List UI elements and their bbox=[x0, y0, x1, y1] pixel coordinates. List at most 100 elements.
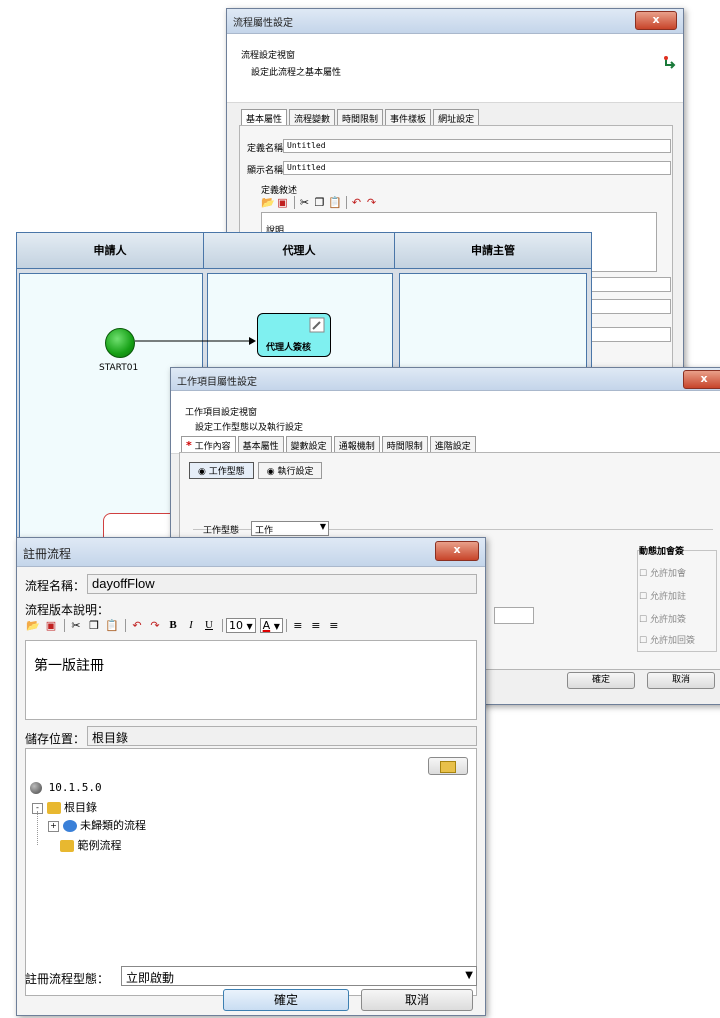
expand-icon[interactable]: + bbox=[48, 820, 59, 832]
font-color-select[interactable]: A ▼ bbox=[259, 618, 283, 633]
disp-name-label: 顯示名稱 bbox=[247, 166, 284, 176]
cancel-button[interactable]: 取消 bbox=[647, 672, 715, 689]
small-field[interactable] bbox=[494, 607, 534, 624]
option-allow-add-sign[interactable]: ☐ 允許加簽 bbox=[639, 612, 686, 625]
align-center-icon[interactable]: ≡ bbox=[308, 619, 324, 632]
option-label: 允許加會 bbox=[649, 569, 686, 579]
def-name-input[interactable]: Untitled bbox=[283, 139, 671, 153]
new-folder-icon bbox=[440, 761, 456, 773]
desc-label: 定義敘述 bbox=[261, 186, 298, 196]
italic-icon[interactable]: I bbox=[183, 619, 199, 632]
extra-field-1[interactable] bbox=[587, 277, 671, 292]
paste-icon[interactable]: 📋 bbox=[104, 619, 120, 632]
open-folder-icon[interactable]: 📂 bbox=[261, 196, 275, 209]
header-title: 流程設定視窗 bbox=[241, 51, 296, 61]
header-panel: 流程設定視窗 設定此流程之基本屬性 bbox=[227, 34, 683, 103]
option-allow-countersign[interactable]: ☐ 允許加會 bbox=[639, 566, 686, 579]
copy-icon[interactable]: ❐ bbox=[313, 196, 326, 209]
option-label: 允許加回簽 bbox=[649, 636, 695, 646]
window-title: 工作項目屬性設定 bbox=[177, 377, 257, 388]
option-allow-annotate[interactable]: ☐ 允許加註 bbox=[639, 589, 686, 602]
tree-server-node[interactable]: 10.1.5.0 bbox=[30, 781, 102, 794]
radio-label: 工作型態 bbox=[208, 467, 245, 477]
folder-icon bbox=[60, 840, 74, 852]
close-button[interactable]: x bbox=[635, 11, 677, 30]
new-folder-button[interactable] bbox=[428, 757, 468, 775]
register-type-value: 立即啟動 bbox=[126, 971, 175, 985]
process-properties-titlebar[interactable]: 流程屬性設定 x bbox=[227, 9, 683, 34]
undo-icon[interactable]: ↶ bbox=[129, 619, 145, 632]
tree-node-label: 範例流程 bbox=[77, 839, 122, 852]
tab-label: 工作內容 bbox=[194, 442, 231, 452]
location-value: 根目錄 bbox=[92, 731, 129, 745]
folder-tree[interactable]: 10.1.5.0 - 根目錄 + 未歸類的流程 範例流程 bbox=[25, 748, 477, 996]
server-icon bbox=[30, 782, 42, 794]
extra-field-3[interactable] bbox=[587, 327, 671, 342]
chevron-down-icon: ▼ bbox=[465, 970, 473, 981]
open-folder-icon[interactable]: 📂 bbox=[25, 619, 41, 632]
bold-icon[interactable]: B bbox=[165, 619, 181, 632]
lane-header: 申請人 bbox=[17, 233, 204, 269]
undo-icon[interactable]: ↶ bbox=[350, 196, 363, 209]
radio-exec-settings[interactable]: ◉ 執行設定 bbox=[257, 462, 323, 479]
register-titlebar[interactable]: 註冊流程 x bbox=[17, 538, 485, 567]
redo-icon[interactable]: ↷ bbox=[147, 619, 163, 632]
save-icon[interactable]: ▣ bbox=[43, 619, 59, 632]
location-input[interactable]: 根目錄 bbox=[87, 726, 477, 746]
chevron-down-icon: ▼ bbox=[246, 622, 253, 631]
work-type-label: 工作型態 bbox=[203, 526, 240, 536]
cancel-button[interactable]: 取消 bbox=[361, 989, 473, 1011]
toolbar-separator bbox=[285, 619, 287, 632]
activity-node[interactable]: 代理人簽核 bbox=[257, 313, 331, 357]
paste-icon[interactable]: 📋 bbox=[328, 196, 342, 209]
redo-icon[interactable]: ↷ bbox=[365, 196, 378, 209]
tree-sample-node[interactable]: 範例流程 bbox=[60, 837, 122, 853]
tree-uncategorized-node[interactable]: + 未歸類的流程 bbox=[48, 817, 146, 833]
flow-arrow bbox=[135, 337, 256, 345]
extra-field-2[interactable] bbox=[587, 299, 671, 314]
window-title: 註冊流程 bbox=[23, 547, 72, 561]
process-name-value: dayoffFlow bbox=[92, 576, 155, 591]
work-item-titlebar[interactable]: 工作項目屬性設定 x bbox=[171, 368, 720, 391]
wrench-icon bbox=[309, 317, 325, 333]
lane-title: 申請主管 bbox=[471, 244, 515, 257]
help-folder-icon bbox=[62, 820, 77, 832]
process-name-input[interactable]: dayoffFlow bbox=[87, 574, 477, 594]
save-icon[interactable]: ▣ bbox=[276, 196, 289, 209]
activity-label: 代理人簽核 bbox=[266, 343, 312, 353]
font-size-select[interactable]: 10 ▼ bbox=[226, 618, 256, 633]
option-label: 允許加簽 bbox=[649, 615, 686, 625]
tree-node-label: 10.1.5.0 bbox=[48, 781, 102, 794]
copy-icon[interactable]: ❐ bbox=[86, 619, 102, 632]
version-desc-editor[interactable]: 第一版註冊 bbox=[25, 640, 477, 720]
lane-headers: 申請人 代理人 申請主管 bbox=[17, 233, 591, 269]
underline-icon[interactable]: U bbox=[201, 619, 217, 632]
work-type-select[interactable]: 工作 ▼ bbox=[251, 521, 329, 536]
lane-header: 申請主管 bbox=[395, 233, 591, 269]
chevron-down-icon: ▼ bbox=[273, 622, 280, 631]
register-type-select[interactable]: 立即啟動 ▼ bbox=[121, 966, 477, 986]
chevron-down-icon: ▼ bbox=[319, 522, 326, 531]
ok-button[interactable]: 確定 bbox=[567, 672, 635, 689]
process-name-label: 流程名稱： bbox=[25, 579, 86, 593]
editor-toolbar: 📂 ▣ ✂ ❐ 📋 ↶ ↷ B I U 10 ▼ A ▼ ≡ ≡ ≡ bbox=[25, 618, 344, 633]
ok-button[interactable]: 確定 bbox=[223, 989, 349, 1011]
disp-name-input[interactable]: Untitled bbox=[283, 161, 671, 175]
toolbar-separator bbox=[346, 196, 347, 209]
start-node[interactable] bbox=[105, 328, 135, 358]
cut-icon[interactable]: ✂ bbox=[298, 196, 311, 209]
align-left-icon[interactable]: ≡ bbox=[290, 619, 306, 632]
process-flow-icon bbox=[664, 56, 676, 69]
close-button[interactable]: x bbox=[683, 370, 720, 389]
tree-root-node[interactable]: - 根目錄 bbox=[32, 799, 97, 815]
register-type-label: 註冊流程型態： bbox=[25, 972, 110, 986]
lane-title: 申請人 bbox=[93, 244, 127, 257]
radio-work-type[interactable]: ◉ 工作型態 bbox=[189, 462, 254, 479]
cut-icon[interactable]: ✂ bbox=[68, 619, 84, 632]
option-allow-return-sign[interactable]: ☐ 允許加回簽 bbox=[639, 633, 695, 646]
register-process-window: 註冊流程 x 流程名稱： dayoffFlow 流程版本說明： 📂 ▣ ✂ ❐ 📋 ↶ ↷ B… bbox=[16, 537, 486, 1016]
header-subtitle: 設定此流程之基本屬性 bbox=[251, 68, 342, 78]
close-button[interactable]: x bbox=[435, 541, 479, 561]
align-right-icon[interactable]: ≡ bbox=[326, 619, 342, 632]
toolbar-separator bbox=[222, 619, 223, 632]
